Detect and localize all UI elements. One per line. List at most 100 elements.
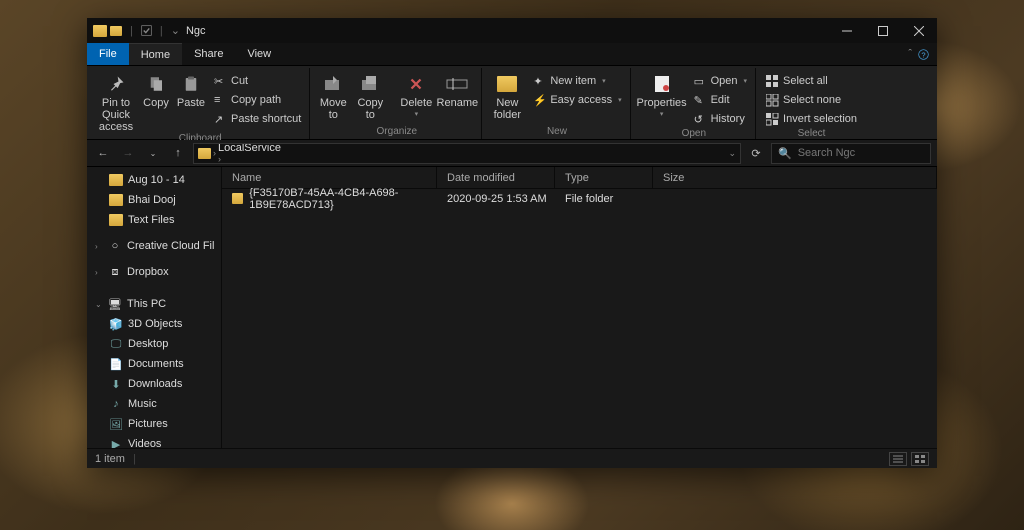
ribbon: Pin to Quick access Copy Paste ✂Cut ≡Cop…	[87, 66, 937, 140]
folder-icon	[232, 193, 243, 204]
history-button[interactable]: ↺History	[690, 110, 751, 128]
ribbon-group-clipboard: Pin to Quick access Copy Paste ✂Cut ≡Cop…	[91, 68, 310, 139]
copy-icon	[145, 73, 167, 95]
edit-button[interactable]: ✎Edit	[690, 91, 751, 109]
easy-access-button[interactable]: ⚡Easy access▾	[529, 91, 625, 109]
edit-icon: ✎	[694, 94, 707, 107]
sidebar-item[interactable]: ♪Music	[87, 394, 221, 414]
ribbon-group-organize: Move to Copy to Delete ▾ Rename Organize	[312, 68, 482, 139]
ribbon-group-open: Properties ▾ ▭Open▾ ✎Edit ↺History Open	[633, 68, 756, 139]
pin-icon	[105, 73, 127, 95]
pin-to-quick-access-button[interactable]: Pin to Quick access	[95, 69, 137, 133]
history-icon: ↺	[694, 113, 707, 126]
group-label: New	[547, 126, 567, 138]
sidebar-item-this-pc[interactable]: ⌄🖥This PC	[87, 294, 221, 314]
sidebar-item[interactable]: ⬇Downloads	[87, 374, 221, 394]
copy-to-button[interactable]: Copy to	[353, 69, 387, 121]
navigation-pane[interactable]: Aug 10 - 14Bhai DoojText Files ›○Creativ…	[87, 167, 222, 448]
recent-locations-button[interactable]: ⌄	[143, 143, 163, 163]
maximize-button[interactable]	[865, 18, 901, 43]
folder-icon	[110, 26, 122, 36]
titlebar[interactable]: | | ⌄ Ngc	[87, 18, 937, 43]
scissors-icon: ✂	[214, 75, 227, 88]
tab-share[interactable]: Share	[182, 43, 235, 65]
help-icon[interactable]: ?	[918, 49, 929, 60]
select-none-button[interactable]: Select none	[762, 91, 861, 109]
delete-button[interactable]: Delete ▾	[398, 69, 434, 119]
column-name[interactable]: Name	[222, 167, 437, 188]
drive-icon: ♪	[109, 398, 123, 410]
move-to-button[interactable]: Move to	[316, 69, 350, 121]
sidebar-item[interactable]: ›○Creative Cloud Fil	[87, 236, 221, 256]
sidebar-item[interactable]: 📄Documents	[87, 354, 221, 374]
sidebar-item[interactable]: Bhai Dooj	[87, 190, 221, 210]
open-icon: ▭	[694, 75, 707, 88]
tab-file[interactable]: File	[87, 43, 129, 65]
new-folder-button[interactable]: New folder	[488, 69, 526, 121]
column-size[interactable]: Size	[653, 167, 937, 188]
window-title: Ngc	[186, 25, 206, 37]
svg-text:?: ?	[921, 50, 925, 59]
forward-button[interactable]: →	[118, 143, 138, 163]
select-all-button[interactable]: Select all	[762, 72, 861, 90]
new-item-icon: ✦	[533, 75, 546, 88]
column-date[interactable]: Date modified	[437, 167, 555, 188]
drive-icon: ⬇	[109, 378, 123, 390]
rename-icon	[446, 73, 468, 95]
sidebar-item[interactable]: 🧊3D Objects	[87, 314, 221, 334]
sidebar-item[interactable]: Aug 10 - 14	[87, 170, 221, 190]
file-list[interactable]: Name Date modified Type Size {F35170B7-4…	[222, 167, 937, 448]
chevron-right-icon: ›	[218, 154, 291, 164]
group-label: Open	[682, 128, 706, 139]
folder-icon	[93, 25, 107, 37]
paste-button[interactable]: Paste	[175, 69, 207, 109]
sidebar-item[interactable]: ›⧈Dropbox	[87, 262, 221, 282]
file-row[interactable]: {F35170B7-45AA-4CB4-A698-1B9E78ACD713} 2…	[222, 189, 937, 208]
select-all-icon	[766, 75, 779, 88]
chevron-down-icon[interactable]: ⌄	[728, 148, 736, 159]
paste-icon	[180, 73, 202, 95]
separator: |	[130, 25, 133, 37]
sidebar-item[interactable]: 🖼Pictures	[87, 414, 221, 434]
column-type[interactable]: Type	[555, 167, 653, 188]
address-bar[interactable]: › This PC›Local Disk (C:)›Windows›Servic…	[193, 143, 741, 164]
refresh-button[interactable]: ⟳	[746, 143, 766, 163]
invert-selection-button[interactable]: Invert selection	[762, 110, 861, 128]
ribbon-collapse-icon[interactable]: ˆ	[908, 48, 912, 60]
cloud-icon: ○	[108, 240, 122, 252]
properties-button[interactable]: Properties ▾	[637, 69, 687, 119]
close-button[interactable]	[901, 18, 937, 43]
search-icon: 🔍	[778, 147, 792, 160]
new-item-button[interactable]: ✦New item▾	[529, 72, 625, 90]
copy-button[interactable]: Copy	[140, 69, 172, 109]
shortcut-icon: ↗	[214, 113, 227, 126]
breadcrumb-segment[interactable]: LocalService	[218, 143, 291, 155]
tab-home[interactable]: Home	[129, 43, 182, 65]
cut-button[interactable]: ✂Cut	[210, 72, 305, 90]
file-explorer-window: | | ⌄ Ngc File Home Share View ˆ ? Pin t…	[87, 18, 937, 468]
tab-view[interactable]: View	[235, 43, 283, 65]
folder-icon	[109, 174, 123, 186]
sidebar-item[interactable]: Text Files	[87, 210, 221, 230]
open-button[interactable]: ▭Open▾	[690, 72, 751, 90]
paste-shortcut-button[interactable]: ↗Paste shortcut	[210, 110, 305, 128]
drive-icon: 🧊	[109, 318, 123, 330]
folder-icon	[109, 214, 123, 226]
invert-icon	[766, 113, 779, 126]
sidebar-item[interactable]: ▶Videos	[87, 434, 221, 448]
properties-icon	[651, 73, 673, 95]
rename-button[interactable]: Rename	[437, 69, 477, 109]
copy-path-button[interactable]: ≡Copy path	[210, 91, 305, 109]
address-bar-row: ← → ⌄ ↑ › This PC›Local Disk (C:)›Window…	[87, 140, 937, 167]
minimize-button[interactable]	[829, 18, 865, 43]
dropdown-icon[interactable]: ⌄	[171, 24, 180, 37]
details-view-button[interactable]	[889, 452, 907, 466]
select-none-icon	[766, 94, 779, 107]
sidebar-item[interactable]: 🖵Desktop	[87, 334, 221, 354]
search-box[interactable]: 🔍 Search Ngc	[771, 143, 931, 164]
move-icon	[322, 73, 344, 95]
back-button[interactable]: ←	[93, 143, 113, 163]
thumbnails-view-button[interactable]	[911, 452, 929, 466]
pc-icon: 🖥	[108, 298, 122, 310]
up-button[interactable]: ↑	[168, 143, 188, 163]
